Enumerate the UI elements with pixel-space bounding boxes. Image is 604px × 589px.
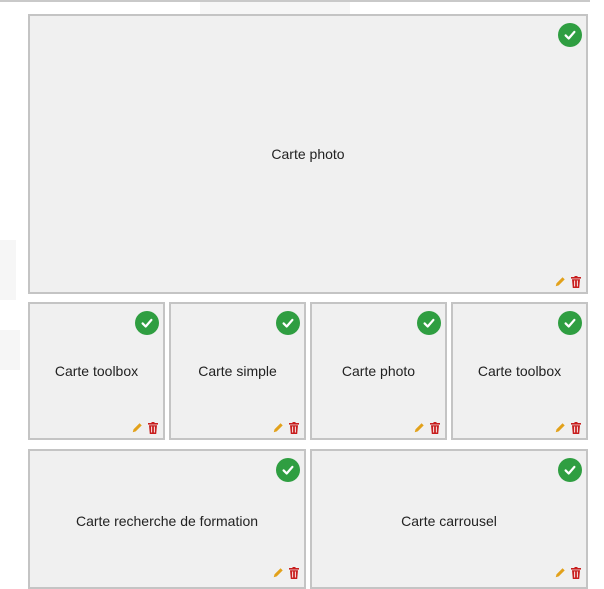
check-circle-icon [276,458,300,482]
card-toolbox[interactable]: Carte toolbox [451,302,588,440]
card-toolbox[interactable]: Carte toolbox [28,302,165,440]
trash-icon[interactable] [571,567,581,579]
check-circle-icon [276,311,300,335]
card-actions [554,567,581,579]
card-title: Carte toolbox [477,363,562,379]
card-actions [413,422,440,434]
card-actions [272,422,299,434]
background-shape [200,0,350,14]
check-circle-icon [558,311,582,335]
check-circle-icon [135,311,159,335]
card-title: Carte simple [198,363,277,379]
card-photo-large[interactable]: Carte photo [28,14,588,294]
card-title: Carte toolbox [54,363,139,379]
top-divider [0,0,590,2]
check-circle-icon [558,458,582,482]
card-actions [554,276,581,288]
card-actions [131,422,158,434]
card-simple[interactable]: Carte simple [169,302,306,440]
card-title: Carte carrousel [401,513,497,529]
card-carrousel[interactable]: Carte carrousel [310,449,588,589]
check-circle-icon [558,23,582,47]
card-title: Carte photo [271,146,345,162]
card-photo[interactable]: Carte photo [310,302,447,440]
trash-icon[interactable] [430,422,440,434]
pencil-icon[interactable] [131,422,143,434]
pencil-icon[interactable] [554,567,566,579]
card-recherche-formation[interactable]: Carte recherche de formation [28,449,306,589]
card-title: Carte recherche de formation [75,513,259,529]
background-shape [0,240,16,300]
card-title: Carte photo [341,363,416,379]
trash-icon[interactable] [571,422,581,434]
pencil-icon[interactable] [554,422,566,434]
pencil-icon[interactable] [413,422,425,434]
trash-icon[interactable] [289,422,299,434]
trash-icon[interactable] [571,276,581,288]
check-circle-icon [417,311,441,335]
pencil-icon[interactable] [272,567,284,579]
card-actions [554,422,581,434]
pencil-icon[interactable] [554,276,566,288]
trash-icon[interactable] [148,422,158,434]
trash-icon[interactable] [289,567,299,579]
card-actions [272,567,299,579]
background-shape [0,330,20,370]
pencil-icon[interactable] [272,422,284,434]
